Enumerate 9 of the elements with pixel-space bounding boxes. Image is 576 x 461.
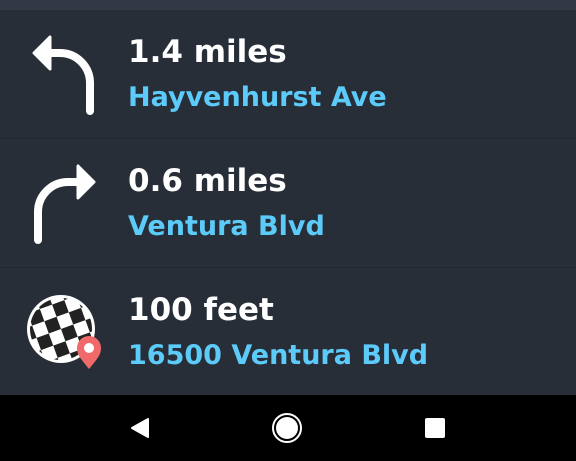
street-name: Ventura Blvd — [128, 210, 325, 244]
distance-text: 100 feet — [128, 290, 275, 328]
distance-text: 0.6 miles — [128, 162, 288, 200]
checkered-flag-icon — [25, 292, 103, 370]
turn-right-icon — [32, 162, 96, 244]
distance-text: 1.4 miles — [128, 33, 288, 71]
street-name: Hayvenhurst Ave — [128, 81, 387, 115]
turn-left-icon — [32, 33, 96, 115]
street-name: 16500 Ventura Blvd — [128, 338, 428, 372]
